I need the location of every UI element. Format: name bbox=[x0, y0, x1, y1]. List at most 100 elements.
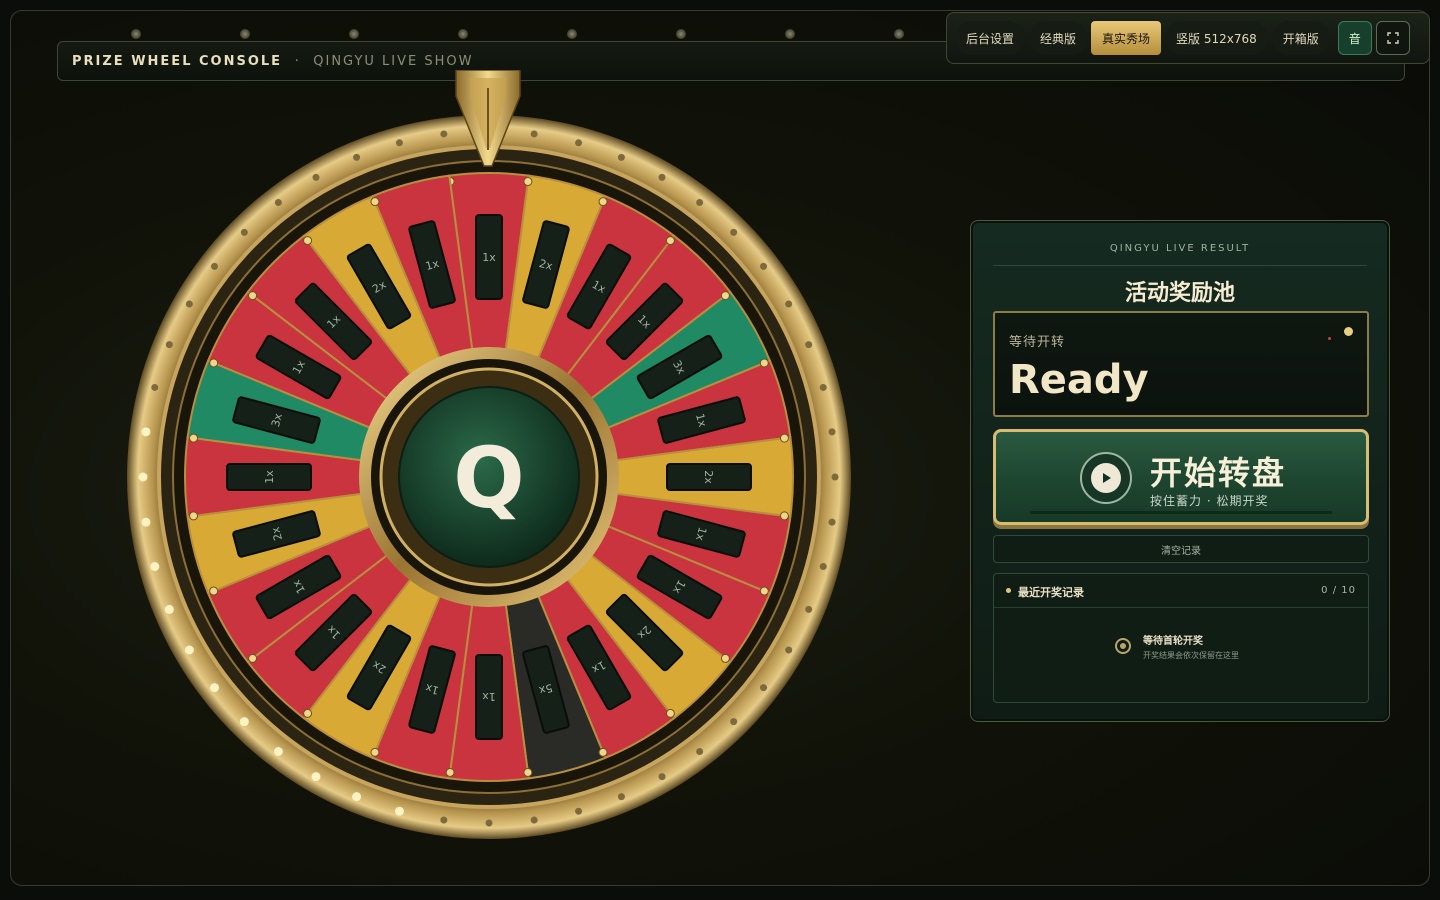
rim-light bbox=[819, 563, 827, 571]
marquee-light bbox=[131, 29, 141, 39]
rim-light bbox=[150, 562, 160, 572]
fullscreen-button[interactable] bbox=[1375, 21, 1410, 55]
rim-light bbox=[440, 130, 448, 138]
segment-label-plate: 1x bbox=[475, 654, 503, 740]
rim-light bbox=[617, 153, 625, 161]
marquee-light bbox=[240, 29, 250, 39]
status-display: 等待开转 Ready bbox=[993, 311, 1369, 417]
rim-light bbox=[312, 173, 320, 181]
history-title: 最近开奖记录 bbox=[1018, 586, 1084, 599]
rim-light bbox=[730, 228, 738, 236]
classic-mode-button[interactable]: 经典版 bbox=[1029, 21, 1088, 55]
rim-light bbox=[805, 605, 813, 613]
marquee-light bbox=[894, 29, 904, 39]
rim-light bbox=[165, 341, 173, 349]
rim-light bbox=[394, 806, 404, 816]
segment-peg bbox=[759, 586, 769, 596]
history-panel: 最近开奖记录 0 / 10 等待首轮开奖 开奖结果会依次保留在这里 bbox=[993, 573, 1369, 703]
play-triangle-icon bbox=[1103, 473, 1111, 483]
segment-label-plate: 1x bbox=[475, 214, 503, 300]
start-spin-button[interactable]: 开始转盘 按住蓄力 · 松期开奖 bbox=[993, 429, 1369, 525]
title-separator: · bbox=[294, 54, 301, 69]
prize-wheel[interactable]: 1x 2x 1x 1x 3x 1x 2x 1x 1x 2x 1x 5x 1x 1x 2x 1x 1x 2x 1x 3x… bbox=[124, 112, 854, 842]
rim-light bbox=[785, 646, 793, 654]
segment-peg bbox=[209, 358, 219, 368]
marquee-light bbox=[785, 29, 795, 39]
segment-label-plate: 1x bbox=[226, 463, 312, 491]
admin-settings-button[interactable]: 后台设置 bbox=[955, 21, 1026, 55]
segment-peg bbox=[209, 586, 219, 596]
play-icon bbox=[1080, 452, 1132, 504]
rim-light bbox=[210, 262, 218, 270]
charge-progress-track bbox=[1030, 511, 1332, 514]
rim-light bbox=[184, 645, 194, 655]
marquee-light bbox=[567, 29, 577, 39]
segment-peg bbox=[598, 747, 608, 757]
rim-light bbox=[138, 472, 148, 482]
segment-peg bbox=[303, 236, 313, 246]
rim-light bbox=[658, 173, 666, 181]
rim-light bbox=[530, 130, 538, 138]
spin-button-hint: 按住蓄力 · 松期开奖 bbox=[1150, 494, 1269, 508]
rim-light bbox=[164, 604, 174, 614]
app-title: PRIZE WHEEL CONSOLE bbox=[72, 54, 283, 69]
sound-toggle-button[interactable]: 音 bbox=[1337, 21, 1372, 55]
mode-toolbar: 后台设置 经典版 真实秀场 竖版 512x768 开箱版 音 bbox=[946, 12, 1430, 64]
history-count: 0 / 10 bbox=[1321, 585, 1356, 596]
segment-peg bbox=[248, 653, 258, 663]
rim-light bbox=[485, 819, 493, 827]
rim-light bbox=[239, 717, 249, 727]
segment-peg bbox=[370, 197, 380, 207]
page-title: PRIZE WHEEL CONSOLE · QINGYU LIVE SHOW bbox=[72, 54, 474, 69]
history-empty-subtitle: 开奖结果会依次保留在这里 bbox=[1143, 651, 1239, 660]
rim-light bbox=[828, 518, 836, 526]
status-value: Ready bbox=[1009, 357, 1149, 403]
rim-light bbox=[311, 772, 321, 782]
segment-peg bbox=[248, 291, 258, 301]
rim-light bbox=[696, 198, 704, 206]
segment-peg bbox=[189, 433, 199, 443]
fullscreen-icon bbox=[1387, 32, 1399, 44]
segment-peg bbox=[523, 767, 533, 777]
rim-light bbox=[575, 807, 583, 815]
rim-light bbox=[185, 300, 193, 308]
segment-peg bbox=[598, 197, 608, 207]
status-label: 等待开转 bbox=[1009, 335, 1066, 350]
rim-light bbox=[353, 153, 361, 161]
rim-light bbox=[240, 228, 248, 236]
portrait-mode-button[interactable]: 竖版 512x768 bbox=[1165, 21, 1268, 55]
brand-logo-q: Q bbox=[453, 429, 524, 527]
segment-multiplier-label: 1x bbox=[263, 470, 276, 484]
rim-light bbox=[730, 718, 738, 726]
unboxing-mode-button[interactable]: 开箱版 bbox=[1271, 21, 1330, 55]
segment-peg bbox=[303, 708, 313, 718]
marquee-light bbox=[676, 29, 686, 39]
panel-divider bbox=[993, 265, 1367, 266]
segment-label-plate: 2x bbox=[666, 463, 752, 491]
clear-history-button[interactable]: 清空记录 bbox=[993, 535, 1369, 563]
rim-light bbox=[760, 684, 768, 692]
status-spark bbox=[1328, 337, 1331, 340]
rim-light bbox=[395, 139, 403, 147]
live-show-mode-button[interactable]: 真实秀场 bbox=[1091, 21, 1162, 55]
rim-light bbox=[352, 792, 362, 802]
rim-light bbox=[696, 748, 704, 756]
history-header: 最近开奖记录 0 / 10 bbox=[994, 574, 1368, 608]
segment-peg bbox=[523, 177, 533, 187]
rim-light bbox=[785, 300, 793, 308]
marquee-lights bbox=[131, 29, 951, 41]
segment-peg bbox=[720, 653, 730, 663]
segment-peg bbox=[759, 358, 769, 368]
marquee-light bbox=[349, 29, 359, 39]
rim-light bbox=[658, 773, 666, 781]
wheel-pointer bbox=[455, 70, 521, 167]
segment-peg bbox=[779, 511, 789, 521]
rim-light bbox=[151, 383, 159, 391]
target-icon bbox=[1115, 638, 1131, 654]
segment-peg bbox=[665, 236, 675, 246]
segment-multiplier-label: 1x bbox=[482, 251, 496, 264]
rim-light bbox=[760, 262, 768, 270]
segment-multiplier-label: 1x bbox=[482, 690, 496, 703]
app-subtitle: QINGYU LIVE SHOW bbox=[313, 54, 474, 69]
segment-peg bbox=[189, 511, 199, 521]
